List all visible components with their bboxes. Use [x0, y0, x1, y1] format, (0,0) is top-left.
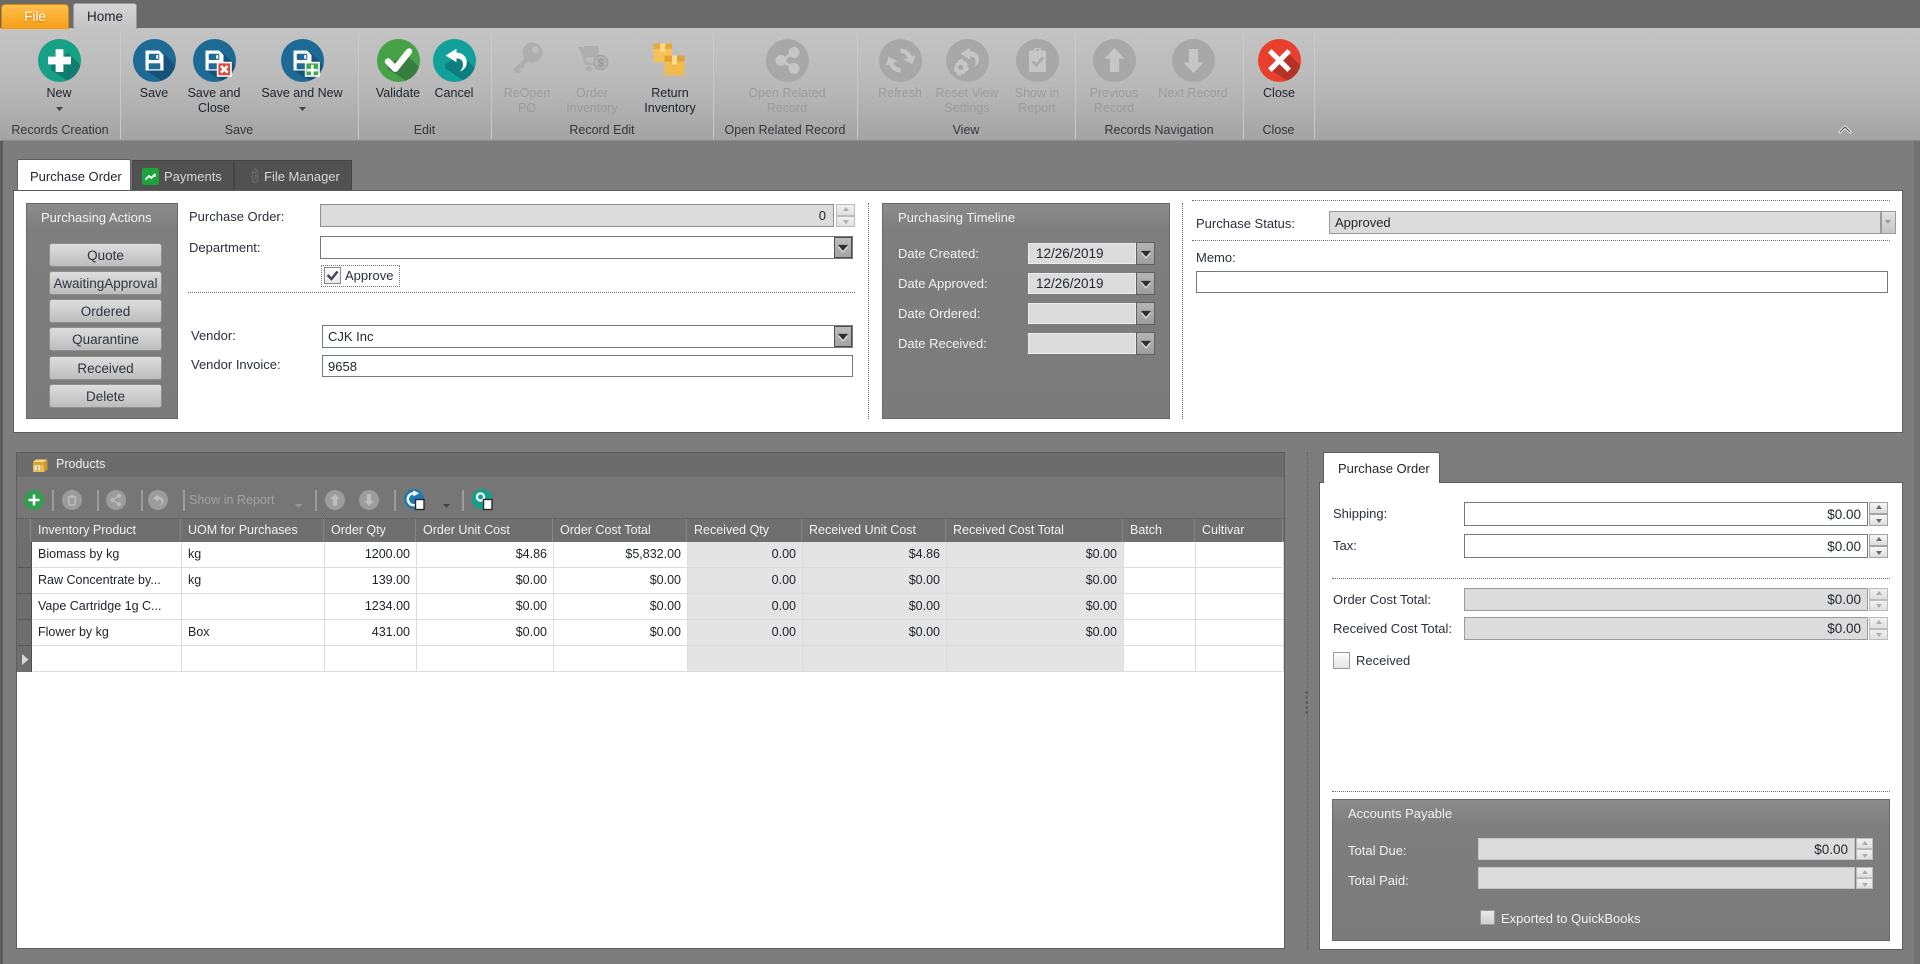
svg-text:$: $: [597, 56, 604, 70]
